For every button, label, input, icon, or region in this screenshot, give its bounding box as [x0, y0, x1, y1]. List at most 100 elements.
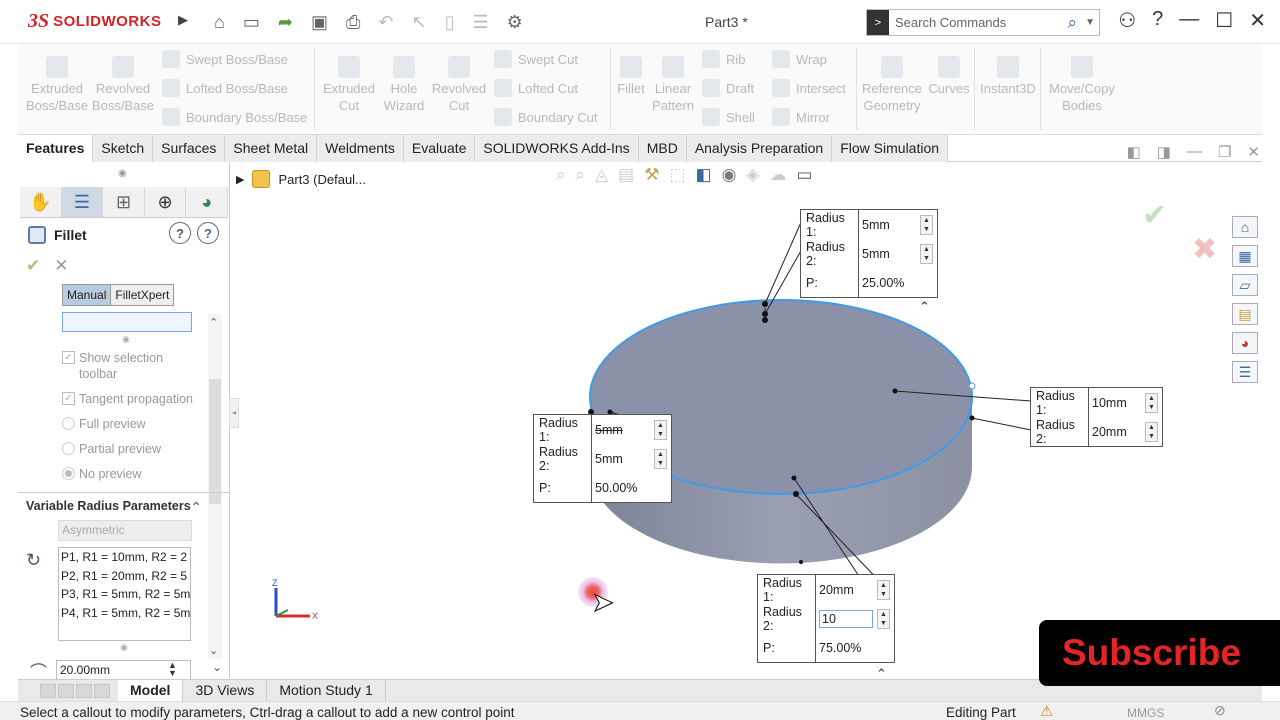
radius-callout-bottom[interactable]: Radius 1: 20mm ▲ ▼ Radius 2: 10 ▲ ▼ P: 75.00% — [757, 574, 895, 663]
view-settings-icon[interactable]: ▭ — [797, 165, 813, 185]
apply-scene-icon[interactable]: ☁ — [770, 165, 787, 185]
save-icon[interactable]: ▣ — [311, 12, 328, 33]
extruded-cut-button[interactable]: Extruded Cut — [318, 56, 380, 114]
radius-callout-top[interactable]: Radius 1: 5mm ▲ ▼ Radius 2: 5mm ▲ ▼ P: 25.00% — [800, 209, 938, 298]
hole-wizard-button[interactable]: Hole Wizard — [378, 56, 430, 114]
section-view-icon[interactable]: ▤ — [618, 165, 634, 185]
feature-manager-icon[interactable]: ✋ — [20, 187, 62, 217]
display-style-icon[interactable]: ◧ — [696, 165, 712, 185]
tile-right-icon[interactable]: ◨ — [1157, 143, 1171, 161]
dynamic-annotation-icon[interactable]: ⚒ — [644, 165, 659, 185]
panel-grip-icon[interactable]: ◉ — [118, 168, 127, 179]
search-input[interactable]: Search Commands — [895, 15, 1006, 30]
search-commands[interactable]: > Search Commands ⌕ ▼ — [866, 9, 1100, 36]
rebuild-icon[interactable]: ▯ — [445, 12, 455, 33]
menu-expand-icon[interactable]: ▶ — [178, 12, 188, 28]
appearances-icon[interactable]: ◕ — [1232, 332, 1258, 354]
doc-close-icon[interactable]: ✕ — [1247, 143, 1260, 161]
spinner-icon[interactable]: ▲ ▼ — [1145, 392, 1158, 413]
no-preview-radio[interactable]: No preview — [62, 466, 142, 482]
design-library-icon[interactable]: ▦ — [1232, 245, 1258, 267]
tab-analysis-preparation[interactable]: Analysis Preparation — [686, 135, 833, 162]
file-props-icon[interactable]: ☰ — [473, 12, 489, 33]
manual-mode-button[interactable]: Manual — [63, 285, 112, 305]
search-icon[interactable]: ⌕ — [1067, 13, 1077, 33]
zoom-to-fit-icon[interactable]: ⌕ — [556, 165, 566, 185]
display-manager-icon[interactable]: ◕ — [186, 187, 228, 217]
prev-tab-icon[interactable] — [58, 683, 74, 698]
tab-weldments[interactable]: Weldments — [317, 135, 404, 162]
select-icon[interactable]: ↖ — [412, 12, 427, 33]
lofted-cut-button[interactable]: Lofted Cut — [494, 79, 578, 97]
last-tab-icon[interactable] — [94, 683, 110, 698]
print-icon[interactable]: ⎙ — [346, 12, 360, 33]
maximize-icon[interactable]: ☐ — [1215, 8, 1233, 33]
previous-view-icon[interactable]: ◬ — [595, 165, 608, 185]
options-gear-icon[interactable]: ⚙ — [507, 12, 523, 33]
radius-callout-left[interactable]: Radius 1: 5mm ▲ ▼ Radius 2: 5mm ▲ ▼ P: 50.00% — [533, 414, 672, 503]
full-preview-radio[interactable]: Full preview — [62, 416, 146, 432]
cancel-x-icon[interactable]: ✕ — [54, 256, 68, 276]
mirror-button[interactable]: Mirror — [772, 108, 830, 126]
dimxpert-icon[interactable]: ⊕ — [145, 187, 187, 217]
user-icon[interactable]: ⚇ — [1118, 8, 1136, 33]
scroll-down-chevron-icon[interactable]: ⌄ — [212, 660, 222, 674]
edge-endpoint[interactable] — [968, 382, 976, 390]
radius-spinner-icon[interactable]: ▲ ▼ — [168, 661, 177, 678]
variable-radius-header[interactable]: Variable Radius Parameters ⌃ — [26, 499, 201, 514]
filletxpert-mode-button[interactable]: FilletXpert — [111, 285, 174, 305]
cancel-x-icon[interactable]: ✖ — [1192, 232, 1217, 267]
panel-scrollbar[interactable]: ⌃ ⌄ — [208, 314, 222, 659]
file-explorer-icon[interactable]: ▱ — [1232, 274, 1258, 296]
whats-wrong-icon[interactable]: ? — [169, 222, 191, 244]
tag-icon[interactable]: ⊘ — [1214, 702, 1226, 719]
feature-tree-flyout[interactable]: ▶ Part3 (Defaul... — [236, 170, 366, 188]
tab-evaluate[interactable]: Evaluate — [403, 135, 476, 162]
swept-boss-button[interactable]: Swept Boss/Base — [162, 50, 288, 68]
move-copy-bodies-button[interactable]: Move/Copy Bodies — [1044, 56, 1120, 114]
lofted-boss-button[interactable]: Lofted Boss/Base — [162, 79, 288, 97]
tab-flow-simulation[interactable]: Flow Simulation — [832, 135, 949, 162]
tab-motion-study[interactable]: Motion Study 1 — [267, 680, 386, 701]
solidworks-logo[interactable]: 3S SOLIDWORKS — [28, 6, 178, 36]
doc-minimize-icon[interactable]: — — [1187, 143, 1202, 161]
list-resize-grip-icon[interactable]: ◉ — [122, 334, 130, 345]
spinner-icon[interactable]: ▲ ▼ — [920, 243, 933, 264]
rebuild-status-icon[interactable]: ⚠ — [1040, 702, 1053, 720]
tab-features[interactable]: Features — [18, 135, 94, 162]
spinner-icon[interactable]: ▲ ▼ — [654, 448, 667, 469]
custom-properties-icon[interactable]: ☰ — [1232, 361, 1258, 383]
list-item[interactable]: P1, R1 = 10mm, R2 = 2 — [59, 548, 190, 567]
help-icon[interactable]: ? — [1152, 8, 1163, 33]
tab-model[interactable]: Model — [118, 680, 184, 701]
close-icon[interactable]: ✕ — [1249, 8, 1266, 33]
intersect-button[interactable]: Intersect — [772, 79, 846, 97]
boundary-cut-button[interactable]: Boundary Cut — [494, 108, 598, 126]
new-doc-icon[interactable]: ▭ — [243, 12, 260, 33]
asymmetric-dropdown[interactable]: Asymmetric — [58, 520, 192, 541]
confirm-check-icon[interactable]: ✔ — [1142, 198, 1167, 233]
extruded-boss-button[interactable]: Extruded Boss/Base — [26, 56, 88, 114]
view-palette-icon[interactable]: ▤ — [1232, 303, 1258, 325]
tab-3d-views[interactable]: 3D Views — [183, 680, 268, 701]
tab-sheet-metal[interactable]: Sheet Metal — [225, 135, 318, 162]
reference-geometry-button[interactable]: Reference Geometry — [860, 56, 924, 114]
units-indicator[interactable]: MMGS — [1127, 706, 1164, 720]
list-item[interactable]: P2, R1 = 20mm, R2 = 5 — [59, 567, 190, 586]
property-manager-icon[interactable]: ☰ — [61, 187, 104, 217]
tab-surfaces[interactable]: Surfaces — [153, 135, 226, 162]
tile-left-icon[interactable]: ◧ — [1127, 143, 1141, 161]
tab-mbd[interactable]: MBD — [638, 135, 687, 162]
tab-addins[interactable]: SOLIDWORKS Add-Ins — [475, 135, 639, 162]
collapse-chevron-icon[interactable]: ⌃ — [191, 499, 201, 514]
tab-sketch[interactable]: Sketch — [93, 135, 154, 162]
spinner-icon[interactable]: ▲ ▼ — [877, 579, 890, 600]
curves-button[interactable]: Curves — [926, 56, 972, 97]
list-resize-grip-icon[interactable]: ◉ — [120, 642, 128, 653]
linear-pattern-button[interactable]: Linear Pattern — [648, 56, 698, 114]
next-tab-icon[interactable] — [76, 683, 92, 698]
ok-check-icon[interactable]: ✔ — [26, 256, 40, 276]
hide-show-icon[interactable]: ◉ — [722, 165, 737, 185]
search-dropdown-icon[interactable]: ▼ — [1085, 17, 1095, 28]
draft-button[interactable]: Draft — [702, 79, 754, 97]
